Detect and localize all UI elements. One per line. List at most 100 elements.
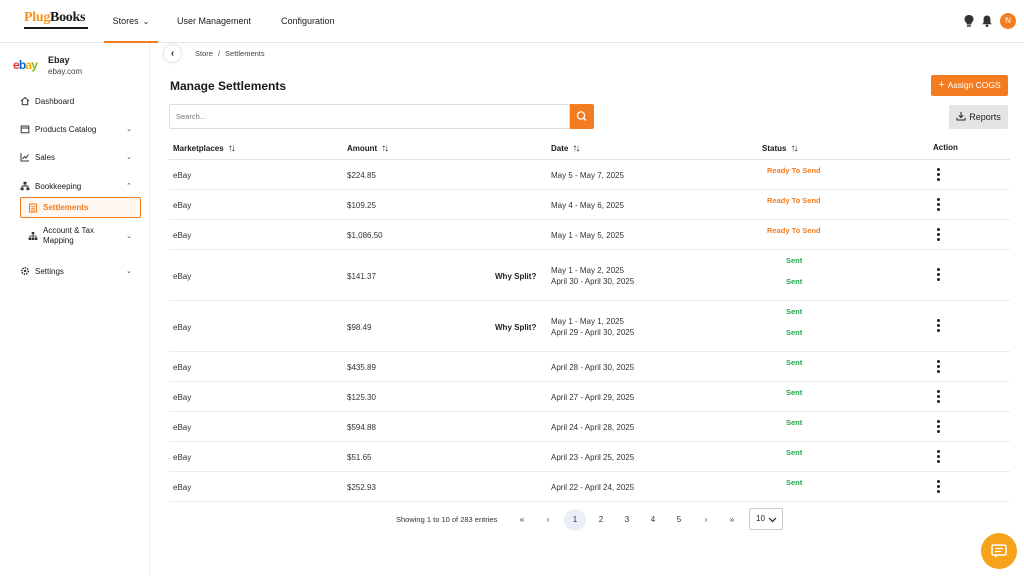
search-button[interactable] <box>570 104 594 129</box>
prev-page-button[interactable]: ‹ <box>537 509 559 531</box>
row-actions-kebab-icon[interactable] <box>937 480 941 495</box>
chevron-down-icon: ⌄ <box>126 233 132 240</box>
chart-line-icon <box>20 153 29 162</box>
box-icon <box>20 125 30 134</box>
assign-cogs-button[interactable]: + Assign COGS <box>931 75 1008 96</box>
status-badge: Sent <box>786 277 803 286</box>
chat-button[interactable] <box>981 533 1017 569</box>
bell-icon[interactable] <box>981 14 993 28</box>
cell-date: April 24 - April 28, 2025 <box>551 423 635 432</box>
sort-icon[interactable]: ↑↓ <box>228 143 236 154</box>
cell-date: April 28 - April 30, 2025 <box>551 363 635 372</box>
nav-stores[interactable]: Stores ⌄ <box>104 0 158 43</box>
chat-icon <box>991 544 1007 558</box>
page-size-select[interactable]: 10 <box>749 508 783 530</box>
row-actions-kebab-icon[interactable] <box>937 198 941 213</box>
cell-date-secondary: April 29 - April 30, 2025 <box>551 328 635 337</box>
column-label: Status <box>762 144 787 153</box>
logo-plug-text: Plug <box>24 10 51 25</box>
download-icon <box>956 112 966 121</box>
table-row: eBay $435.89 April 28 - April 30, 2025 S… <box>169 352 1010 382</box>
table-row: eBay $594.88 April 24 - April 28, 2025 S… <box>169 412 1010 442</box>
row-actions-kebab-icon[interactable] <box>937 228 941 243</box>
row-actions-kebab-icon[interactable] <box>937 168 941 183</box>
column-header-date[interactable]: Date ↑↓ <box>551 143 580 154</box>
cell-date: April 22 - April 24, 2025 <box>551 483 635 492</box>
first-page-button[interactable]: « <box>511 509 533 531</box>
cell-date: April 23 - April 25, 2025 <box>551 453 635 462</box>
sidebar-item-sales[interactable]: Sales ⌄ <box>20 151 140 163</box>
plugbooks-logo[interactable]: PlugBooks <box>24 10 88 30</box>
logo-books-text: Books <box>50 10 86 25</box>
reports-button[interactable]: Reports <box>949 105 1008 129</box>
sidebar-item-dashboard[interactable]: Dashboard <box>20 95 140 107</box>
status-badge: Sent <box>786 388 803 397</box>
sort-icon[interactable]: ↑↓ <box>381 143 389 154</box>
table-row: eBay $141.37 Why Split? May 1 - May 2, 2… <box>169 250 1010 301</box>
last-page-button[interactable]: » <box>721 509 743 531</box>
breadcrumb-separator: / <box>217 49 221 58</box>
user-avatar[interactable]: N <box>1000 13 1016 29</box>
row-actions-kebab-icon[interactable] <box>937 420 941 435</box>
back-button[interactable]: ‹ <box>164 45 181 62</box>
breadcrumb-store[interactable]: Store <box>195 49 213 58</box>
column-header-amount[interactable]: Amount ↑↓ <box>347 143 389 154</box>
row-actions-kebab-icon[interactable] <box>937 319 941 334</box>
cell-amount: $252.93 <box>347 483 376 492</box>
sidebar-item-bookkeeping[interactable]: Bookkeeping ⌃ <box>20 180 140 192</box>
network-icon <box>20 181 30 191</box>
column-header-action: Action <box>933 143 958 152</box>
store-domain: ebay.com <box>48 67 83 76</box>
status-badge: Sent <box>786 448 803 457</box>
table-row: eBay $1,086.50 May 1 - May 5, 2025 Ready… <box>169 220 1010 250</box>
sort-icon[interactable]: ↑↓ <box>790 143 798 154</box>
page-button-4[interactable]: 4 <box>642 509 664 531</box>
sort-icon[interactable]: ↑↓ <box>572 143 580 154</box>
lightbulb-icon[interactable] <box>963 14 975 28</box>
sidebar-item-label: Settings <box>35 266 64 276</box>
nav-user-management[interactable]: User Management <box>177 0 251 43</box>
row-actions-kebab-icon[interactable] <box>937 360 941 375</box>
status-badge: Sent <box>786 478 803 487</box>
search-input[interactable] <box>169 104 570 129</box>
cell-date: May 4 - May 6, 2025 <box>551 201 624 210</box>
next-page-button[interactable]: › <box>695 509 717 531</box>
page-button-5[interactable]: 5 <box>668 509 690 531</box>
cell-date: May 1 - May 2, 2025 <box>551 266 624 275</box>
status-badge: Ready To Send <box>767 196 821 205</box>
page-button-3[interactable]: 3 <box>616 509 638 531</box>
row-actions-kebab-icon[interactable] <box>937 450 941 465</box>
column-label: Date <box>551 144 569 153</box>
cell-amount: $109.25 <box>347 201 376 210</box>
sidebar-item-settings[interactable]: Settings ⌄ <box>20 265 140 277</box>
top-navbar: PlugBooks Stores ⌄ User Management Config… <box>0 0 1024 43</box>
column-label: Amount <box>347 144 378 153</box>
reports-label: Reports <box>969 112 1001 122</box>
sidebar-item-settlements[interactable]: Settlements <box>20 197 141 218</box>
status-badge: Sent <box>786 307 803 316</box>
page-button-2[interactable]: 2 <box>590 509 612 531</box>
sidebar-item-products-catalog[interactable]: Products Catalog ⌄ <box>20 123 140 135</box>
home-icon <box>20 96 30 106</box>
column-header-status[interactable]: Status ↑↓ <box>762 143 798 154</box>
cell-marketplace: eBay <box>173 201 192 210</box>
status-badge: Sent <box>786 256 803 265</box>
status-badge: Ready To Send <box>767 166 821 175</box>
cell-date: April 27 - April 29, 2025 <box>551 393 635 402</box>
sidebar-item-label: Products Catalog <box>35 124 97 134</box>
row-actions-kebab-icon[interactable] <box>937 268 941 283</box>
column-header-marketplaces[interactable]: Marketplaces ↑↓ <box>173 143 236 154</box>
row-actions-kebab-icon[interactable] <box>937 390 941 405</box>
store-name: Ebay <box>48 55 70 65</box>
why-split-link[interactable]: Why Split? <box>495 323 536 332</box>
page-button-1[interactable]: 1 <box>564 509 586 531</box>
why-split-link[interactable]: Why Split? <box>495 272 536 281</box>
gear-icon <box>20 266 30 276</box>
cell-marketplace: eBay <box>173 231 192 240</box>
nav-configuration[interactable]: Configuration <box>281 0 335 43</box>
table-row: eBay $224.85 May 5 - May 7, 2025 Ready T… <box>169 160 1010 190</box>
cell-marketplace: eBay <box>173 423 192 432</box>
cell-marketplace: eBay <box>173 453 192 462</box>
cell-amount: $594.88 <box>347 423 376 432</box>
sidebar-item-account-tax-mapping[interactable]: Account & Tax Mapping ⌄ <box>28 225 140 247</box>
